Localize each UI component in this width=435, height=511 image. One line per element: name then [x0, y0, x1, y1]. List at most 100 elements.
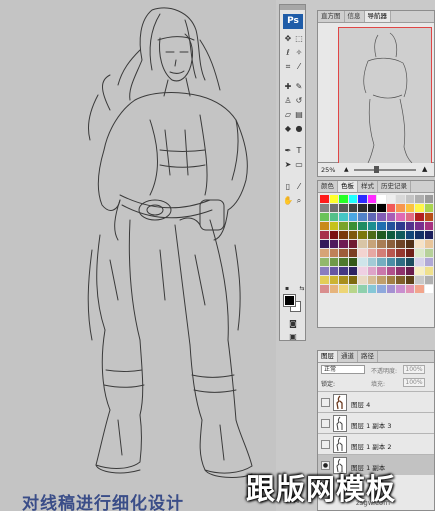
color-swatch[interactable]	[339, 285, 348, 293]
tab-channels[interactable]: 通道	[338, 351, 358, 362]
color-swatch[interactable]	[339, 195, 348, 203]
color-swatch[interactable]	[396, 231, 405, 239]
color-swatch[interactable]	[386, 249, 395, 257]
color-swatch[interactable]	[320, 258, 329, 266]
color-swatch[interactable]	[415, 204, 424, 212]
color-swatch[interactable]	[329, 195, 338, 203]
color-swatch[interactable]	[386, 285, 395, 293]
color-swatch[interactable]	[329, 267, 338, 275]
color-swatch[interactable]	[329, 249, 338, 257]
color-swatch[interactable]	[396, 276, 405, 284]
color-swatch[interactable]	[415, 213, 424, 221]
color-swatch[interactable]	[396, 285, 405, 293]
shape-tool-icon[interactable]: ▭	[293, 159, 305, 170]
color-swatch[interactable]	[386, 195, 395, 203]
color-swatch[interactable]	[320, 222, 329, 230]
color-swatch[interactable]	[424, 285, 433, 293]
gradient-tool-icon[interactable]: ▤	[293, 109, 305, 120]
color-swatch[interactable]	[377, 258, 386, 266]
color-swatch[interactable]	[358, 249, 367, 257]
color-swatch[interactable]	[405, 276, 414, 284]
color-swatch[interactable]	[358, 240, 367, 248]
color-swatch[interactable]	[386, 231, 395, 239]
color-swatch[interactable]	[339, 204, 348, 212]
zoom-in-icon[interactable]: ▲	[422, 165, 427, 173]
color-swatch[interactable]	[424, 222, 433, 230]
color-swatch[interactable]	[415, 285, 424, 293]
color-swatch[interactable]	[329, 285, 338, 293]
color-swatch[interactable]	[320, 249, 329, 257]
color-swatch[interactable]	[405, 267, 414, 275]
brush-tool-icon[interactable]: ✎	[293, 81, 305, 92]
color-swatch[interactable]	[348, 213, 357, 221]
blend-mode-select[interactable]: 正常	[321, 365, 365, 374]
color-swatch[interactable]	[367, 249, 376, 257]
color-swatch[interactable]	[358, 267, 367, 275]
opacity-input[interactable]: 100%	[403, 365, 425, 374]
swap-colors-icon[interactable]: ⇆	[296, 283, 308, 294]
color-swatch[interactable]	[396, 222, 405, 230]
color-swatch[interactable]	[339, 213, 348, 221]
layer-row[interactable]: 图层 4	[318, 391, 434, 412]
color-swatch[interactable]	[329, 276, 338, 284]
color-swatch[interactable]	[405, 204, 414, 212]
color-swatch[interactable]	[320, 285, 329, 293]
color-swatch[interactable]	[396, 258, 405, 266]
color-swatch[interactable]	[424, 204, 433, 212]
color-swatch[interactable]	[348, 285, 357, 293]
color-swatch[interactable]	[377, 240, 386, 248]
zoom-slider[interactable]	[354, 169, 416, 171]
color-swatch[interactable]	[415, 222, 424, 230]
color-swatch[interactable]	[396, 195, 405, 203]
color-swatch[interactable]	[348, 267, 357, 275]
magic-wand-icon[interactable]: ✧	[293, 47, 305, 58]
color-swatch[interactable]	[424, 258, 433, 266]
tab-history[interactable]: 历史记录	[378, 181, 411, 192]
color-swatch[interactable]	[320, 213, 329, 221]
color-swatch[interactable]	[348, 258, 357, 266]
history-brush-icon[interactable]: ↺	[293, 95, 305, 106]
color-swatch[interactable]	[377, 249, 386, 257]
color-swatch[interactable]	[424, 195, 433, 203]
color-swatch[interactable]	[396, 249, 405, 257]
color-swatch[interactable]	[367, 240, 376, 248]
color-swatch[interactable]	[329, 222, 338, 230]
marquee-tool-icon[interactable]: ⬚	[293, 33, 305, 44]
quick-mask-icon[interactable]: ◙	[287, 318, 299, 329]
tab-paths[interactable]: 路径	[358, 351, 378, 362]
tab-info[interactable]: 信息	[345, 11, 365, 22]
color-swatch[interactable]	[339, 222, 348, 230]
color-swatch[interactable]	[405, 285, 414, 293]
foreground-color-swatch[interactable]	[283, 294, 296, 307]
color-swatch[interactable]	[367, 213, 376, 221]
color-swatch[interactable]	[320, 231, 329, 239]
default-colors-icon[interactable]: ▪	[281, 283, 293, 294]
color-swatch[interactable]	[415, 258, 424, 266]
tab-swatches[interactable]: 色板	[338, 181, 358, 192]
color-swatch[interactable]	[396, 240, 405, 248]
color-swatch[interactable]	[415, 267, 424, 275]
screen-mode-icon[interactable]: ▣	[287, 331, 299, 342]
visibility-toggle[interactable]	[321, 398, 330, 407]
color-swatch[interactable]	[405, 222, 414, 230]
color-swatch[interactable]	[348, 240, 357, 248]
color-swatch[interactable]	[405, 195, 414, 203]
color-swatch[interactable]	[405, 213, 414, 221]
color-swatch[interactable]	[386, 258, 395, 266]
tab-histogram[interactable]: 直方图	[318, 11, 345, 22]
color-swatch[interactable]	[320, 204, 329, 212]
color-swatch[interactable]	[424, 249, 433, 257]
color-swatch[interactable]	[367, 285, 376, 293]
color-swatch[interactable]	[405, 231, 414, 239]
color-swatch[interactable]	[320, 240, 329, 248]
zoom-tool-icon[interactable]: ⌕	[293, 195, 305, 206]
color-swatch[interactable]	[348, 249, 357, 257]
color-swatch[interactable]	[396, 213, 405, 221]
color-swatch[interactable]	[424, 267, 433, 275]
color-swatch[interactable]	[377, 231, 386, 239]
color-swatch[interactable]	[329, 258, 338, 266]
color-swatch[interactable]	[348, 276, 357, 284]
color-swatch[interactable]	[377, 195, 386, 203]
type-tool-icon[interactable]: T	[293, 145, 305, 156]
color-swatch[interactable]	[367, 195, 376, 203]
